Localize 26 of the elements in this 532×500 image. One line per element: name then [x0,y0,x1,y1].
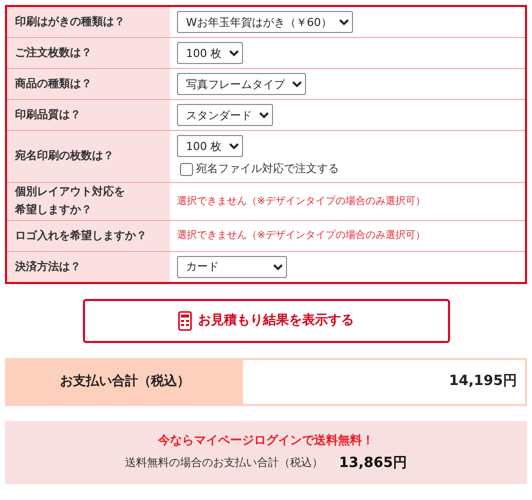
field-label: 商品の種類は？ [7,69,170,99]
estimate-button[interactable]: お見積もり結果を表示する [82,298,450,343]
field-label: 印刷はがきの種類は？ [7,7,170,37]
notice-text: 選択できません（※デザインタイプの場合のみ選択可） [177,194,426,209]
promo-amount: 13,865円 [338,454,408,473]
dropdown[interactable]: 100 枚 [177,42,243,64]
dropdown[interactable]: 写真フレームタイプ [177,73,306,95]
field-label: 決済方法は？ [7,252,170,282]
field-label: ご注文枚数は？ [7,38,170,68]
dropdown[interactable]: スタンダード [177,104,273,126]
total-label: お支払い合計（税込） [7,360,243,404]
field-label: 希望しますか？ [15,202,92,218]
field-label: 宛名印刷の枚数は？ [7,131,170,182]
promo-headline: 今ならマイページログインで送料無料！ [158,432,374,449]
field-label: 印刷品質は？ [7,100,170,130]
calculator-icon [178,310,192,331]
promo-label: 送料無料の場合のお支払い合計（税込） [124,455,323,472]
checkbox-label[interactable]: 宛名ファイル対応で注文する [180,161,339,178]
dropdown[interactable]: 100 枚 [177,135,243,157]
dropdown[interactable]: Wお年玉年賀はがき（￥60） [177,11,353,33]
checkbox[interactable] [180,162,193,176]
dropdown[interactable]: カード [177,256,287,278]
field-label: ロゴ入れを希望しますか？ [7,220,170,251]
notice-text: 選択できません（※デザインタイプの場合のみ選択可） [177,228,426,244]
field-label: 個別レイアウト対応を [15,184,125,200]
total-amount: 14,195円 [448,372,518,392]
